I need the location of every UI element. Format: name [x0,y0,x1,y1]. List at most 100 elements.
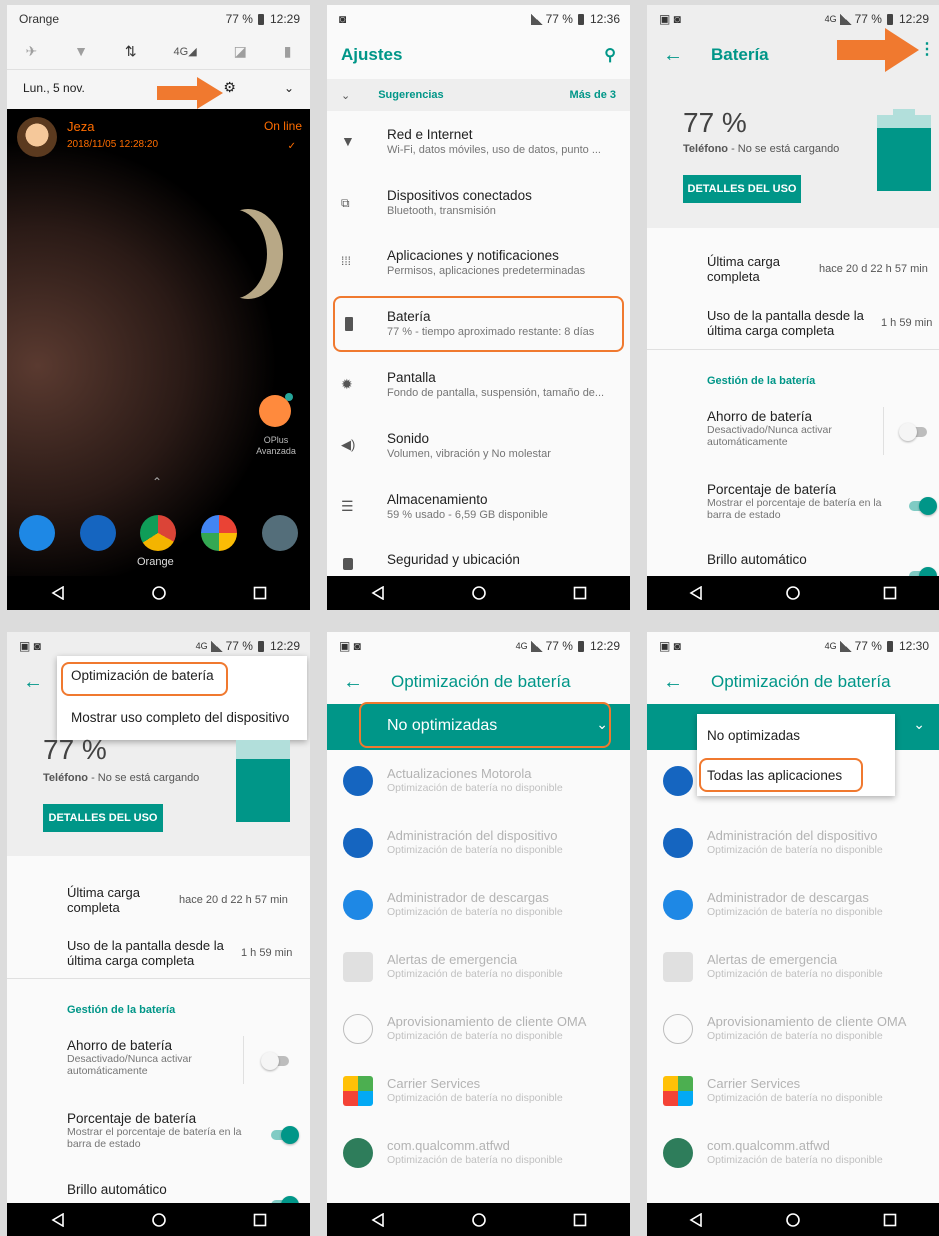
app-row[interactable]: Administración del dispositivo Optimizaci… [647,822,939,880]
signal-icon [839,640,852,652]
app-name: Alertas de emergencia [707,952,838,967]
back-arrow-icon[interactable]: ← [663,671,683,694]
app-name: Carrier Services [707,1076,801,1091]
wifi-off-icon[interactable]: ▼ [74,43,88,59]
overflow-menu-icon[interactable]: ⋮ [919,39,935,59]
battery-icon [257,13,264,25]
battery-level-graphic [236,740,290,822]
home-nav-icon[interactable] [471,1213,486,1227]
home-nav-icon[interactable] [786,586,800,600]
recents-nav-icon[interactable] [883,1213,897,1227]
app-row[interactable]: Carrier Services Optimización de batería … [647,1070,939,1128]
battery-percentage-row[interactable]: Porcentaje de batería Mostrar el porcent… [707,482,882,521]
home-nav-icon[interactable] [471,586,486,600]
back-nav-icon[interactable] [50,586,65,600]
status-bar: Orange 77 % 12:29 [7,5,310,33]
dnd-icon[interactable]: ◪ [234,43,247,60]
battery-percentage-toggle[interactable] [271,1126,299,1144]
device-admin-icon [663,828,693,858]
app-name: Alertas de emergencia [387,952,518,967]
mobile-signal-icon[interactable]: 4G◢ [174,45,197,58]
settings-item-network[interactable]: ▼ Red e Internet Wi-Fi, datos móviles, us… [327,117,630,175]
app-row[interactable]: Administrador de descargas Optimización d… [647,884,939,942]
recents-nav-icon[interactable] [253,586,267,600]
app-row[interactable]: Alertas de emergencia Optimización de bat… [327,946,630,1004]
divider [7,978,310,979]
settings-item-security[interactable]: Seguridad y ubicación [327,542,630,576]
app-row[interactable]: Administrador de descargas Optimización d… [327,884,630,942]
data-transfer-icon[interactable]: ⇅ [125,43,137,60]
settings-item-display[interactable]: ✹ Pantalla Fondo de pantalla, suspensión,… [327,360,630,418]
app-row[interactable]: com.qualcomm.atfwd Optimización de baterí… [327,1132,630,1190]
wallpaper [7,109,310,576]
recents-nav-icon[interactable] [883,586,897,600]
back-arrow-icon[interactable]: ← [343,671,363,694]
back-nav-icon[interactable] [370,1213,385,1227]
app-status: Optimización de batería no disponible [387,782,563,794]
settings-item-apps[interactable]: ⁞⁞⁞ Aplicaciones y notificaciones Permiso… [327,238,630,296]
phone-app-icon[interactable] [19,515,56,551]
menu-item-full-device-usage[interactable]: Mostrar uso completo del dispositivo [71,710,289,725]
back-arrow-icon[interactable]: ← [23,671,43,694]
battery-saver-row[interactable]: Ahorro de batería Desactivado/Nunca acti… [707,409,875,448]
battery-saver-toggle[interactable] [261,1052,289,1070]
battery-icon [886,13,893,25]
auto-brightness-title[interactable]: Brillo automático [67,1182,167,1197]
battery-percent: 77 % [545,12,573,26]
app-status: Optimización de batería no disponible [707,968,883,980]
battery-saver-icon[interactable]: ▮ [284,43,292,60]
recents-nav-icon[interactable] [573,1213,587,1227]
battery-saver-row[interactable]: Ahorro de batería Desactivado/Nunca acti… [67,1038,235,1077]
back-nav-icon[interactable] [370,586,385,600]
gear-icon[interactable]: ⚙ [223,79,236,96]
last-charge-label: Última carga completa [707,254,780,284]
battery-item-highlight [333,296,624,352]
chevron-up-icon[interactable]: ⌃ [152,475,162,489]
battery-saver-toggle[interactable] [899,423,927,441]
battery-percent-large: 77 % [683,107,747,138]
suggestions-more: Más de 3 [569,89,616,101]
back-nav-icon[interactable] [689,1213,703,1227]
recents-nav-icon[interactable] [573,586,587,600]
suggestions-bar[interactable]: ⌄ Sugerencias Más de 3 [327,79,630,111]
notification-sender: Jeza [67,119,95,134]
home-nav-icon[interactable] [151,1213,166,1227]
battery-percentage-toggle[interactable] [909,497,937,515]
app-row[interactable]: Alertas de emergencia Optimización de bat… [647,946,939,1004]
camera-app-icon[interactable] [261,515,298,551]
messages-app-icon[interactable] [79,515,116,551]
settings-item-storage[interactable]: ☰ Almacenamiento 59 % usado - 6,59 GB dis… [327,482,630,540]
back-nav-icon[interactable] [50,1213,65,1227]
app-name: Aprovisionamiento de cliente OMA [387,1014,587,1029]
app-row[interactable]: Actualizaciones MotorolaOptimización de … [327,760,630,818]
auto-brightness-title[interactable]: Brillo automático [707,552,807,567]
app-row[interactable]: Aprovisionamiento de cliente OMA Optimiza… [647,1008,939,1066]
devices-icon: ⧉ [341,196,350,210]
brightness-icon: ✹ [341,376,353,392]
oplus-badge [285,393,293,401]
app-row[interactable]: com.qualcomm.atfwd Optimización de baterí… [647,1132,939,1190]
chevron-down-icon[interactable]: ⌄ [284,81,294,95]
usage-details-button[interactable]: DETALLES DEL USO [43,804,163,832]
app-row[interactable]: Carrier Services Optimización de batería … [327,1070,630,1128]
battery-percentage-row[interactable]: Porcentaje de batería Mostrar el porcent… [67,1111,242,1150]
divider [883,407,884,455]
usage-details-button[interactable]: DETALLES DEL USO [683,175,801,203]
settings-item-sound[interactable]: ◀) Sonido Volumen, vibración y No molesta… [327,421,630,479]
phone-optimization: ▣ ◙ 4G 77 % 12:29 ← Optimización de baterí… [327,632,630,1236]
app-row[interactable]: Aprovisionamiento de cliente OMA Optimiza… [327,1008,630,1066]
recents-nav-icon[interactable] [253,1213,267,1227]
chat-notification[interactable]: Jeza 2018/11/05 12:28:20 On line ✓ [7,113,310,165]
search-icon[interactable]: ⚲ [604,45,616,65]
back-arrow-icon[interactable]: ← [663,44,683,67]
app-row[interactable]: Administración del dispositivo Optimizaci… [327,822,630,880]
airplane-icon[interactable]: ✈ [25,43,37,60]
home-nav-icon[interactable] [151,586,166,600]
chrome-app-icon[interactable] [140,515,177,551]
home-nav-icon[interactable] [786,1213,800,1227]
screen-use-value: 1 h 59 min [241,947,293,959]
settings-item-devices[interactable]: ⧉ Dispositivos conectados Bluetooth, tran… [327,178,630,236]
back-nav-icon[interactable] [689,586,703,600]
photos-app-icon[interactable] [201,515,238,551]
dropdown-option-not-optimized[interactable]: No optimizadas [707,728,800,743]
